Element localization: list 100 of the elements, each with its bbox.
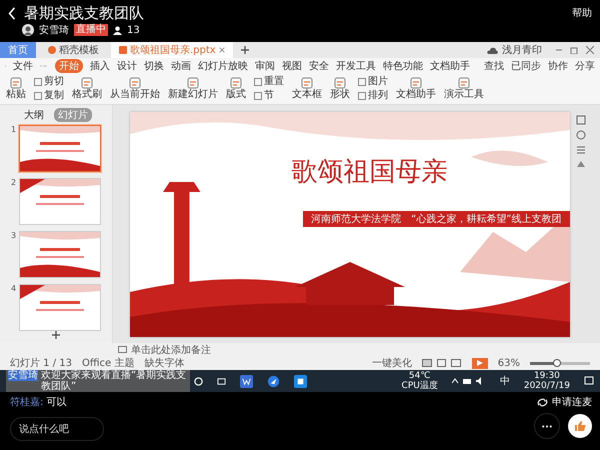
ribbon-tab[interactable]: 特色功能 (383, 58, 423, 72)
tool-icon (230, 76, 242, 88)
slide-title: 歌颂祖国母亲 (292, 156, 448, 188)
toolbar-link[interactable]: 分享 (575, 58, 595, 72)
view-mode-icons[interactable] (422, 359, 462, 367)
subtitle-banner: 河南师范大学法学院 “心践之家，耕耘希望”线上支教团 (303, 210, 570, 226)
close-icon[interactable] (218, 47, 225, 53)
ribbon-tab[interactable]: 审阅 (255, 58, 275, 72)
ribbon-button[interactable]: 版式 (226, 76, 246, 100)
note-icon (118, 346, 127, 353)
host-name: 安雪琦 (39, 24, 69, 37)
connect-mic-link[interactable]: 申请连麦 (552, 395, 592, 409)
panel-tab[interactable]: 大纲 (20, 108, 48, 122)
tool-icon (410, 76, 422, 88)
slide-thumbnail[interactable] (19, 284, 102, 331)
ribbon-tab[interactable]: 切换 (144, 58, 164, 72)
ribbon-button[interactable]: 重置 (254, 76, 284, 88)
zoom-slider[interactable] (530, 362, 590, 364)
thumbs-up-icon (574, 420, 586, 432)
input-method[interactable]: 中 (500, 374, 510, 388)
link-icon[interactable] (537, 396, 548, 408)
clock-time: 19:30 (534, 371, 560, 381)
ribbon-tab[interactable]: 安全 (309, 58, 329, 72)
slide-thumbnail[interactable] (19, 125, 102, 172)
clock-date: 2020/7/19 (524, 381, 570, 391)
ribbon-button[interactable]: 格式刷 (72, 76, 102, 100)
missing-font-link[interactable]: 缺失字体 (144, 356, 184, 370)
ribbon-button[interactable]: 从当前开始 (110, 76, 160, 100)
ribbon-button[interactable]: 形状 (330, 76, 350, 100)
slide-number: 3 (10, 231, 16, 240)
presentation-icon (119, 46, 127, 54)
account-name[interactable]: 浅月青印 (502, 43, 542, 57)
cloud-icon (487, 46, 498, 54)
ribbon-tab[interactable]: 设计 (117, 58, 137, 72)
comment-user: 安雪琦 (8, 370, 38, 381)
cpu-temperature: 54℃ (408, 371, 430, 381)
comment-text: 欢迎大家来观看直播“暑期实践支教团队” (41, 370, 188, 392)
ribbon-button[interactable]: 复制 (34, 90, 64, 102)
tool-icon (334, 76, 346, 88)
slide-thumbnail[interactable] (19, 231, 102, 278)
play-button[interactable] (472, 358, 488, 368)
ribbon-tab[interactable]: 文档助手 (430, 58, 470, 72)
more-icon (542, 424, 552, 428)
document-tab[interactable]: 稻壳模板 (40, 42, 107, 58)
beautify-button[interactable]: 一键美化 (372, 356, 412, 370)
app-icon[interactable] (267, 374, 280, 388)
tool-icon (187, 76, 199, 88)
ribbon-button[interactable]: 排列 (358, 90, 388, 102)
ribbon-tab[interactable]: 开发工具 (336, 58, 376, 72)
cpu-temp-label: CPU温度 (402, 381, 438, 391)
tool-icon (81, 76, 93, 88)
zoom-percent: 63% (498, 358, 520, 368)
slide-number: 2 (10, 178, 16, 187)
stream-title: 暑期实践支教团队 (24, 4, 144, 22)
window-controls-icon[interactable] (554, 46, 594, 54)
theme-name: Office 主题 (82, 356, 134, 370)
ribbon-tab[interactable]: 视图 (282, 58, 302, 72)
help-link[interactable]: 帮助 (572, 6, 592, 20)
ribbon-button[interactable]: 图片 (358, 76, 388, 88)
chat-username: 符桂嘉: (10, 396, 44, 409)
ribbon-button[interactable]: 节 (254, 90, 284, 102)
chat-message: 可以 (46, 396, 66, 409)
cortana-icon[interactable] (194, 376, 203, 386)
task-view-icon[interactable] (217, 376, 226, 386)
slide-counter: 幻灯片 1 / 13 (10, 356, 72, 370)
tool-icon (301, 76, 313, 88)
tool-icon (10, 76, 22, 88)
slide-number: 4 (10, 284, 16, 293)
avatar-icon[interactable] (22, 24, 34, 36)
file-menu[interactable]: 文件 (13, 58, 34, 72)
app-icon[interactable] (294, 374, 307, 388)
tool-icon (458, 76, 470, 88)
notification-icon[interactable] (584, 376, 594, 386)
viewer-count: 13 (127, 24, 140, 36)
add-tab-icon[interactable] (240, 46, 249, 54)
slide-number: 1 (10, 125, 16, 134)
ribbon-button[interactable]: 粘贴 (6, 76, 26, 100)
ribbon-button[interactable]: 新建幻灯片 (168, 76, 218, 100)
slide-thumbnail[interactable] (19, 178, 102, 225)
live-badge: 直播中 (74, 24, 108, 36)
ribbon-button[interactable]: 剪切 (34, 76, 64, 88)
toolbar-link[interactable]: 查找 (484, 58, 504, 72)
person-icon (113, 26, 122, 34)
like-button[interactable] (568, 414, 592, 438)
ribbon-tab[interactable]: 插入 (90, 58, 110, 72)
add-slide-icon[interactable] (52, 331, 60, 339)
toolbar-link[interactable]: 已同步 (511, 58, 541, 72)
template-icon (48, 46, 56, 54)
wps-app-icon[interactable] (240, 374, 253, 388)
notes-placeholder[interactable]: 单击此处添加备注 (131, 342, 211, 356)
ribbon-button[interactable]: 文档助手 (396, 76, 436, 100)
ribbon-button[interactable]: 文本框 (292, 76, 322, 100)
tool-icon (129, 76, 141, 88)
back-icon[interactable] (8, 6, 16, 20)
ribbon-tab[interactable]: 幻灯片放映 (198, 58, 248, 72)
toolbar-link[interactable]: 协作 (548, 58, 568, 72)
ribbon-button[interactable]: 演示工具 (444, 76, 484, 100)
comment-field[interactable]: 说点什么吧 (10, 417, 104, 441)
play-icon (476, 360, 483, 366)
ribbon-tab[interactable]: 动画 (171, 58, 191, 72)
